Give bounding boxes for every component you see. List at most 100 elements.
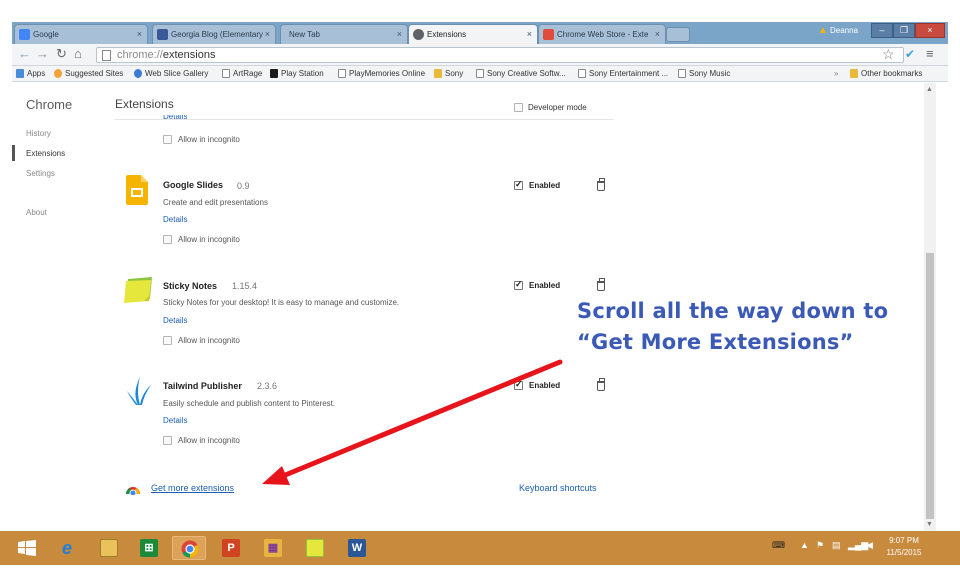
home-icon[interactable]: ⌂ — [74, 47, 82, 61]
bookmark-playmemories[interactable]: PlayMemories Online — [338, 69, 425, 78]
trash-icon[interactable] — [597, 178, 605, 191]
bookmark-sony-entertainment[interactable]: Sony Entertainment ... — [578, 69, 668, 78]
facebook-icon — [157, 29, 168, 40]
header-divider — [115, 119, 613, 120]
developer-mode-toggle[interactable]: Developer mode — [514, 103, 587, 112]
google-icon — [19, 29, 30, 40]
bookmark-artrage[interactable]: ArtRage — [222, 69, 262, 78]
details-link[interactable]: Details — [163, 215, 187, 224]
details-link[interactable]: Details — [163, 115, 187, 120]
bookmark-label: Sony Entertainment ... — [589, 69, 669, 78]
bookmark-web-slice-gallery[interactable]: Web Slice Gallery — [134, 69, 208, 78]
tab-chrome-web-store[interactable]: Chrome Web Store - Exte × — [538, 24, 666, 44]
close-window-button[interactable]: × — [915, 23, 945, 38]
bookmark-suggested-sites[interactable]: Suggested Sites — [54, 69, 123, 78]
bookmarks-overflow-button[interactable]: » — [834, 69, 838, 78]
close-icon[interactable]: × — [265, 29, 270, 39]
restore-button[interactable]: ❐ — [893, 23, 915, 38]
close-icon[interactable]: × — [655, 29, 660, 39]
file-explorer-icon[interactable] — [92, 536, 126, 560]
bookmark-star-icon[interactable]: ☆ — [882, 46, 895, 63]
details-link[interactable]: Details — [163, 416, 187, 425]
trash-icon[interactable] — [597, 378, 605, 391]
store-icon[interactable]: ⊞ — [132, 536, 166, 560]
close-icon[interactable]: × — [397, 29, 402, 39]
bookmark-apps[interactable]: Apps — [16, 69, 45, 78]
incognito-checkbox[interactable] — [163, 336, 172, 345]
folder-icon — [434, 69, 442, 78]
get-more-extensions-link[interactable]: Get more extensions — [151, 483, 234, 493]
network-icon[interactable]: ▤ — [832, 540, 841, 551]
sidebar-title: Chrome — [26, 97, 73, 112]
incognito-checkbox[interactable] — [163, 436, 172, 445]
extension-description: Easily schedule and publish content to P… — [163, 399, 336, 408]
url-path: extensions — [162, 49, 216, 61]
scrollbar-thumb[interactable] — [926, 253, 934, 519]
keyboard-icon[interactable]: ⌨ — [772, 540, 785, 551]
reload-icon[interactable]: ↻ — [56, 47, 67, 61]
details-link[interactable]: Details — [163, 316, 187, 325]
allow-incognito-option[interactable]: Allow in incognito — [163, 436, 240, 445]
sidebar-item-about[interactable]: About — [26, 208, 47, 217]
sticky-notes-glyph — [306, 539, 324, 557]
extension-name: Tailwind Publisher — [163, 381, 242, 391]
incognito-checkbox[interactable] — [163, 135, 172, 144]
tray-expand-icon[interactable]: ▲ — [800, 540, 809, 550]
close-icon[interactable]: × — [527, 29, 532, 39]
enabled-toggle[interactable]: Enabled — [514, 279, 560, 290]
sidebar-item-history[interactable]: History — [26, 129, 51, 138]
minimize-button[interactable]: – — [871, 23, 893, 38]
word-icon[interactable]: W — [340, 536, 374, 560]
app-grid-icon[interactable]: ▦ — [256, 536, 290, 560]
page-scrollbar[interactable]: ▲ ▼ — [924, 83, 936, 531]
action-center-icon[interactable]: ⚑ — [816, 540, 824, 551]
address-bar[interactable]: chrome://extensions — [96, 47, 904, 63]
volume-icon[interactable]: ◀ — [866, 540, 873, 551]
system-clock[interactable]: 9:07 PM 11/5/2015 — [882, 535, 926, 559]
allow-incognito-option[interactable]: Allow in incognito — [163, 336, 240, 345]
internet-explorer-icon[interactable]: e — [50, 536, 84, 560]
profile-button[interactable]: ▲ Deanna — [816, 23, 862, 38]
tab-georgia-blog[interactable]: Georgia Blog (Elementary × — [152, 24, 276, 44]
bookmark-label: Web Slice Gallery — [145, 69, 209, 78]
powerpoint-icon[interactable]: P — [214, 536, 248, 560]
incognito-checkbox[interactable] — [163, 235, 172, 244]
enabled-checkbox[interactable] — [514, 379, 523, 390]
scroll-up-icon[interactable]: ▲ — [926, 86, 933, 93]
menu-icon[interactable]: ≡ — [926, 46, 934, 61]
keyboard-shortcuts-link[interactable]: Keyboard shortcuts — [519, 483, 597, 493]
page-icon — [678, 69, 686, 78]
enabled-toggle[interactable]: Enabled — [514, 379, 560, 390]
extension-name: Google Slides — [163, 180, 224, 190]
enabled-checkbox[interactable] — [514, 279, 523, 290]
scroll-down-icon[interactable]: ▼ — [926, 521, 933, 528]
extension-version: 0.9 — [237, 181, 250, 191]
close-icon[interactable]: × — [137, 29, 142, 39]
store-glyph: ⊞ — [140, 539, 158, 557]
back-icon[interactable]: ← — [18, 47, 31, 61]
bookmark-sony-music[interactable]: Sony Music — [678, 69, 730, 78]
sidebar-item-extensions[interactable]: Extensions — [26, 149, 65, 158]
enabled-checkbox[interactable] — [514, 179, 523, 190]
chrome-icon[interactable] — [172, 536, 206, 560]
tab-new-tab[interactable]: New Tab × — [280, 24, 408, 44]
forward-icon[interactable]: → — [36, 47, 49, 61]
incognito-label: Allow in incognito — [178, 235, 240, 244]
bookmark-label: Sony — [445, 69, 464, 78]
enabled-toggle[interactable]: Enabled — [514, 179, 560, 190]
allow-incognito-option[interactable]: Allow in incognito — [163, 235, 240, 244]
bookmark-sony-creative[interactable]: Sony Creative Softw... — [476, 69, 566, 78]
allow-incognito-option[interactable]: Allow in incognito — [163, 135, 240, 144]
tab-google[interactable]: Google × — [14, 24, 148, 44]
tab-extensions[interactable]: Extensions × — [408, 24, 538, 44]
new-tab-button[interactable] — [666, 27, 690, 42]
sidebar-item-settings[interactable]: Settings — [26, 169, 55, 178]
developer-mode-checkbox[interactable] — [514, 103, 523, 112]
bookmark-other-bookmarks[interactable]: Other bookmarks — [850, 69, 922, 78]
sticky-notes-taskbar-icon[interactable] — [298, 536, 332, 560]
trash-icon[interactable] — [597, 278, 605, 291]
bookmark-play-station[interactable]: Play Station — [270, 69, 324, 78]
tailwind-extension-icon[interactable]: ✔ — [905, 47, 917, 61]
windows-start-icon[interactable] — [10, 536, 44, 560]
bookmark-sony[interactable]: Sony — [434, 69, 463, 78]
